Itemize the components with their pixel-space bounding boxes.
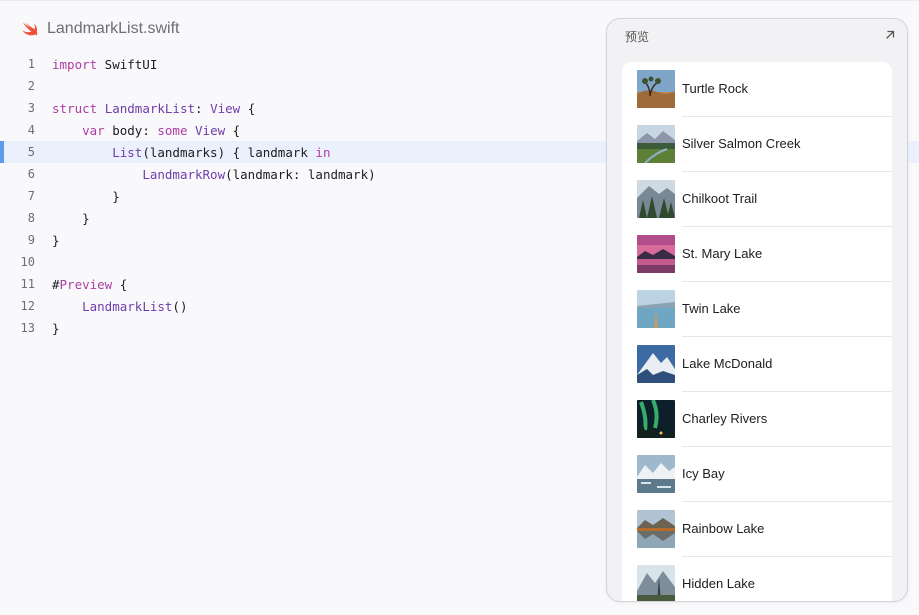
- file-name: LandmarkList.swift: [47, 20, 180, 37]
- landmark-thumbnail: [637, 345, 675, 383]
- landmark-thumbnail: [637, 510, 675, 548]
- line-code: #Preview {: [35, 277, 127, 292]
- code-token: var: [82, 122, 105, 138]
- line-number: 10: [20, 255, 35, 269]
- line-number: 11: [20, 277, 35, 291]
- line-number: 8: [27, 211, 35, 225]
- landmark-row[interactable]: Icy Bay: [622, 447, 892, 502]
- preview-header: 预览: [607, 19, 907, 53]
- landmark-thumbnail: [637, 455, 675, 493]
- line-code: }: [35, 233, 60, 248]
- line-code: var body: some View {: [35, 123, 240, 138]
- landmark-row[interactable]: Hidden Lake: [622, 557, 892, 601]
- landmark-thumbnail: [637, 290, 675, 328]
- code-token: {: [225, 122, 241, 138]
- line-number: 9: [27, 233, 35, 247]
- line-code: import SwiftUI: [35, 57, 157, 72]
- line-code: }: [35, 189, 120, 204]
- landmark-thumbnail: [637, 235, 675, 273]
- code-token: (): [172, 298, 188, 314]
- code-token: LandmarkRow: [142, 166, 226, 182]
- code-token: }: [52, 320, 60, 336]
- line-number: 2: [27, 79, 35, 93]
- line-code: }: [35, 211, 90, 226]
- landmark-thumbnail: [637, 565, 675, 601]
- code-token: }: [52, 188, 120, 204]
- line-number: 3: [27, 101, 35, 115]
- line-number: 6: [27, 167, 35, 181]
- landmark-list: Turtle Rock Silver Salmon Creek Chilkoot T…: [622, 62, 892, 601]
- landmark-row[interactable]: Twin Lake: [622, 282, 892, 337]
- line-number: 12: [20, 299, 35, 313]
- landmark-row[interactable]: Chilkoot Trail: [622, 172, 892, 227]
- landmark-row[interactable]: Turtle Rock: [622, 62, 892, 117]
- landmark-name: Icy Bay: [682, 466, 725, 481]
- line-number: 4: [27, 123, 35, 137]
- line-number: 1: [27, 57, 35, 71]
- code-token: in: [315, 144, 331, 160]
- code-token: struct: [52, 100, 98, 116]
- code-token: body:: [104, 122, 158, 138]
- landmark-name: Chilkoot Trail: [682, 191, 758, 206]
- code-token: #: [52, 276, 60, 292]
- landmark-row[interactable]: Lake McDonald: [622, 337, 892, 392]
- code-token: :: [195, 100, 211, 116]
- landmark-name: Rainbow Lake: [682, 521, 765, 536]
- landmark-thumbnail: [637, 180, 675, 218]
- code-token: }: [52, 232, 60, 248]
- file-header: LandmarkList.swift: [20, 18, 180, 40]
- line-code: struct LandmarkList: View {: [35, 101, 255, 116]
- landmark-name: Charley Rivers: [682, 411, 768, 426]
- code-token: List: [112, 144, 143, 160]
- code-token: LandmarkList: [104, 100, 195, 116]
- code-token: LandmarkList: [82, 298, 173, 314]
- code-token: View: [195, 122, 226, 138]
- code-token: Preview: [59, 276, 113, 292]
- code-token: View: [210, 100, 241, 116]
- landmark-row[interactable]: Rainbow Lake: [622, 502, 892, 557]
- landmark-row[interactable]: Silver Salmon Creek: [622, 117, 892, 172]
- landmark-name: St. Mary Lake: [682, 246, 763, 261]
- preview-title: 预览: [625, 30, 650, 44]
- line-number: 7: [27, 189, 35, 203]
- line-code: LandmarkRow(landmark: landmark): [35, 166, 376, 182]
- line-code: LandmarkList(): [35, 299, 187, 314]
- code-token: (landmark: landmark): [225, 166, 376, 182]
- landmark-name: Hidden Lake: [682, 576, 755, 591]
- line-number: 13: [20, 321, 35, 335]
- line-number: 5: [27, 145, 35, 159]
- landmark-name: Lake McDonald: [682, 356, 773, 371]
- landmark-row[interactable]: St. Mary Lake: [622, 227, 892, 282]
- code-token: (landmarks) { landmark: [142, 144, 316, 160]
- landmark-thumbnail: [637, 400, 675, 438]
- line-code: List(landmarks) { landmark in: [35, 145, 330, 160]
- code-token: some: [157, 122, 188, 138]
- editor-page: LandmarkList.swift 1 import SwiftUI 2 3 stru…: [0, 0, 919, 615]
- code-token: }: [52, 210, 90, 226]
- landmark-thumbnail: [637, 125, 675, 163]
- landmark-name: Twin Lake: [682, 301, 741, 316]
- landmark-thumbnail: [637, 70, 675, 108]
- swift-icon: [22, 22, 38, 36]
- landmark-row[interactable]: Charley Rivers: [622, 392, 892, 447]
- code-token: SwiftUI: [97, 56, 158, 72]
- code-token: {: [240, 100, 256, 116]
- code-token: {: [112, 276, 128, 292]
- preview-panel: 预览 Turtle Rock Silver Salmon Creek Chilkoo…: [606, 18, 908, 602]
- landmark-name: Silver Salmon Creek: [682, 136, 801, 151]
- line-code: }: [35, 321, 60, 336]
- code-token: import: [52, 56, 98, 72]
- landmark-name: Turtle Rock: [682, 81, 748, 96]
- expand-arrow-icon[interactable]: [883, 28, 897, 42]
